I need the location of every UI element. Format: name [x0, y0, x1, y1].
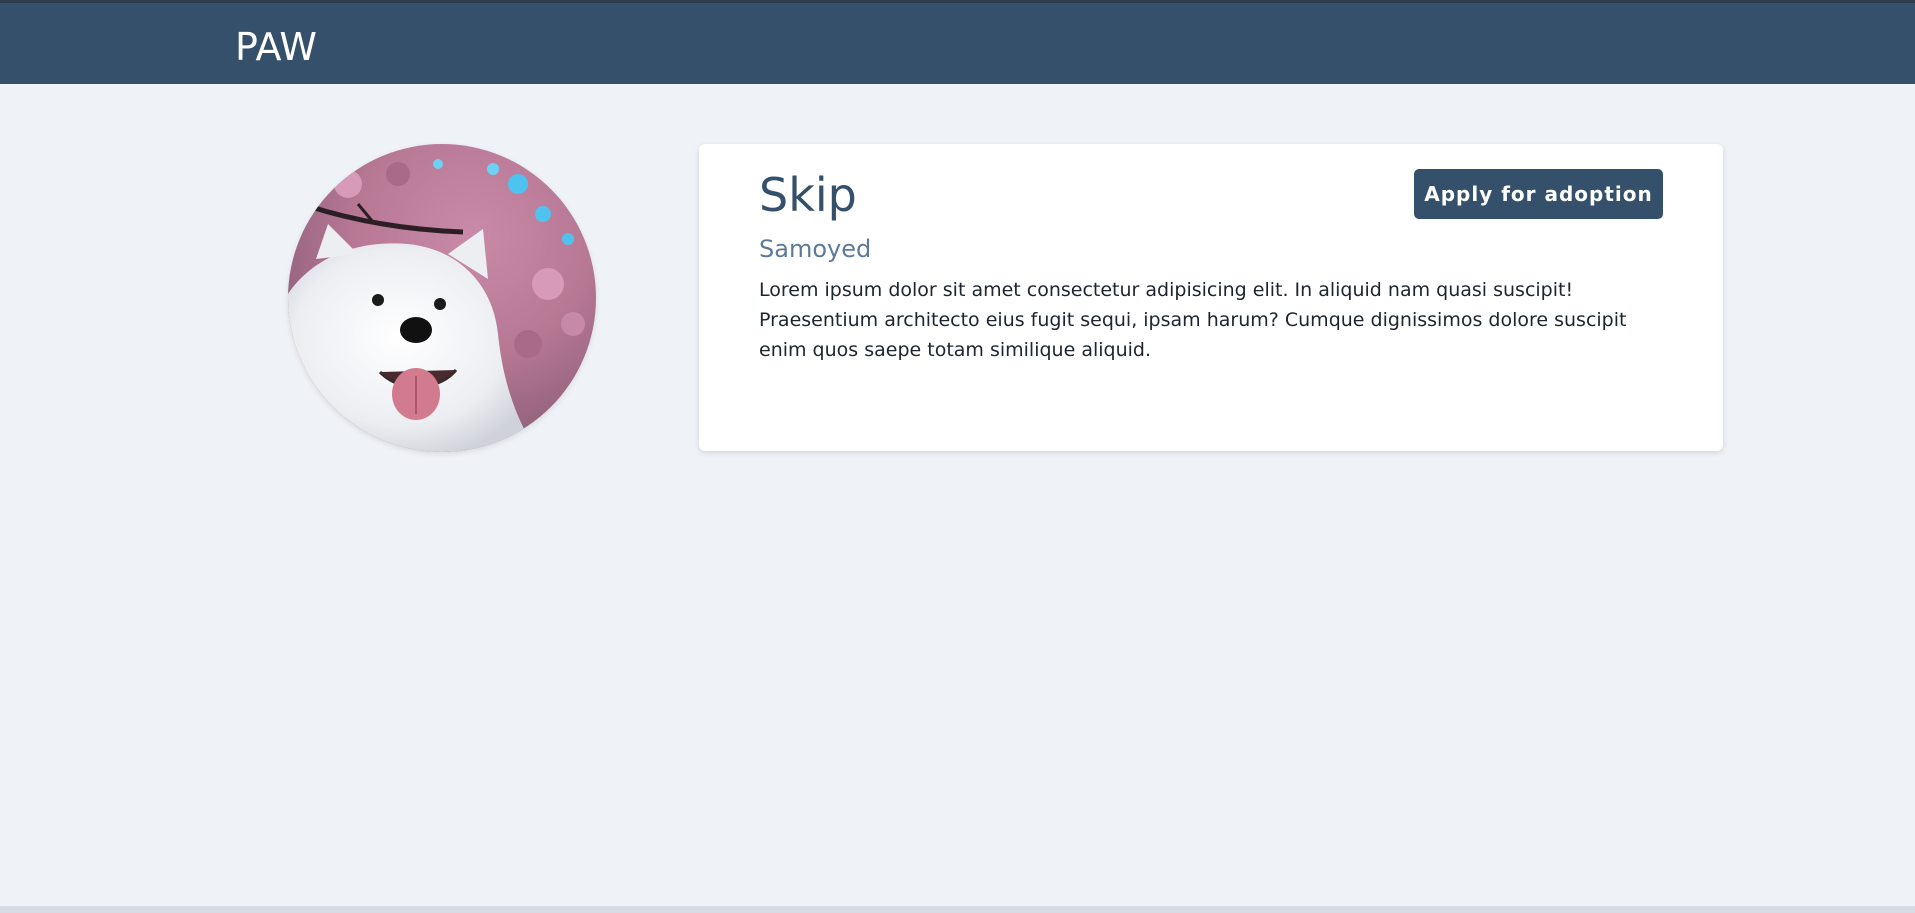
apply-for-adoption-button[interactable]: Apply for adoption — [1414, 169, 1663, 219]
pet-breed: Samoyed — [759, 235, 872, 263]
pet-photo — [288, 144, 596, 452]
pet-detail-card: Skip Samoyed Lorem ipsum dolor sit amet … — [699, 144, 1723, 451]
pet-description: Lorem ipsum dolor sit amet consectetur a… — [759, 279, 1627, 361]
navbar: PAW — [0, 3, 1915, 84]
brand-logo-link[interactable]: PAW — [235, 25, 317, 69]
pet-name: Skip — [759, 168, 857, 222]
bottom-scrollbar-track — [0, 906, 1915, 913]
dog-photo-icon — [288, 144, 596, 452]
